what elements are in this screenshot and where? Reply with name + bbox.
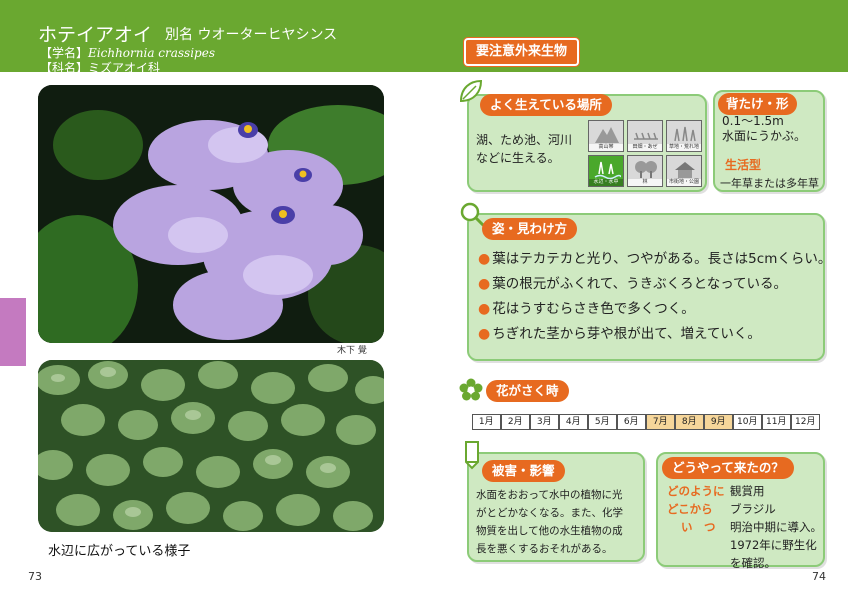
- habitat-label: よく生えている場所: [480, 94, 612, 116]
- list-item: ● 葉の根元がふくれて、うきぶくろとなっている。: [478, 276, 788, 292]
- habitat-grassland-icon: 草地・荒れ地: [666, 120, 702, 152]
- magnifier-icon: [460, 202, 485, 227]
- origin-field-values: 観賞用 ブラジル 明治中期に導入。 1972年に野生化 を確認。: [730, 484, 822, 570]
- scientific-name: Eichhornia crassipes: [88, 46, 215, 60]
- height-label: 背たけ・形: [718, 93, 797, 115]
- month-cell: 8月: [675, 414, 704, 430]
- list-item: ● ちぎれた茎から芽や根が出て、増えていく。: [478, 326, 761, 342]
- habitat-alpine-icon: 高山帯: [588, 120, 624, 152]
- side-index-tab: [0, 298, 26, 366]
- feature-list: ● 葉はテカテカと光り、つやがある。長さは5cmくらい。 ● 葉の根元がふくれて、う…: [478, 247, 831, 347]
- habitat-field-icon: 田畑・あぜ: [627, 120, 663, 152]
- month-cell: 3月: [530, 414, 559, 430]
- origin-field-labels: どのように どこから い つ: [667, 484, 725, 534]
- flower-icon: [459, 378, 483, 401]
- month-cell: 2月: [501, 414, 530, 430]
- habitat-text: 湖、ため池、河川 などに生える。: [476, 133, 573, 165]
- pencil-icon: [465, 441, 479, 470]
- colony-photo: [38, 360, 384, 532]
- invasive-status-badge: 要注意外来生物: [466, 40, 578, 64]
- plant-title: ホテイアオイ: [38, 24, 153, 46]
- flower-photo: [38, 85, 384, 343]
- height-text: 0.1～1.5m 水面にうかぶ。: [722, 114, 807, 143]
- habitat-waterside-icon: 水辺・水中: [588, 155, 624, 187]
- photo-credit: 木下 覺: [337, 346, 367, 356]
- life-form-text: 一年草または多年草: [720, 177, 819, 190]
- month-cell: 9月: [704, 414, 733, 430]
- month-cell: 10月: [733, 414, 762, 430]
- family-name: ミズアオイ科: [88, 61, 161, 75]
- damage-label: 被害・影響: [482, 460, 565, 482]
- bloom-calendar: 1月 2月 3月 4月 5月 6月 7月 8月 9月 10月 11月 12月: [472, 414, 820, 430]
- scientific-label: 【学名】: [40, 46, 89, 60]
- month-cell: 1月: [472, 414, 501, 430]
- page-number-left: 73: [28, 570, 42, 583]
- origin-label: どうやって来たの？: [662, 457, 794, 479]
- habitat-urban-icon: 市街地・公園: [666, 155, 702, 187]
- list-item: ● 花はうすむらさき色で多くつく。: [478, 301, 695, 317]
- damage-text: 水面をおおって水中の植物に光 がとどかなくなる。また、化学 物質を出して他の水生…: [476, 489, 623, 555]
- month-cell: 6月: [617, 414, 646, 430]
- list-item: ● 葉はテカテカと光り、つやがある。長さは5cmくらい。: [478, 251, 832, 267]
- life-form-label: 生活型: [725, 158, 762, 172]
- family-name-row: 【科名】ミズアオイ科: [40, 59, 160, 76]
- features-label: 姿・見わけ方: [482, 218, 578, 240]
- month-cell: 7月: [646, 414, 675, 430]
- photo-caption: 水辺に広がっている様子: [48, 544, 191, 559]
- month-cell: 12月: [791, 414, 820, 430]
- habitat-forest-icon: 林: [627, 155, 663, 187]
- month-cell: 4月: [559, 414, 588, 430]
- family-label: 【科名】: [40, 61, 89, 75]
- month-cell: 5月: [588, 414, 617, 430]
- plant-alt-name: 別名 ウオーターヒヤシンス: [165, 27, 338, 43]
- flowering-label: 花がさく時: [486, 380, 569, 402]
- habitat-icon-grid: 高山帯 田畑・あぜ 草地・荒れ地 水辺・水中 林 市街地・公園: [588, 120, 702, 187]
- month-cell: 11月: [762, 414, 791, 430]
